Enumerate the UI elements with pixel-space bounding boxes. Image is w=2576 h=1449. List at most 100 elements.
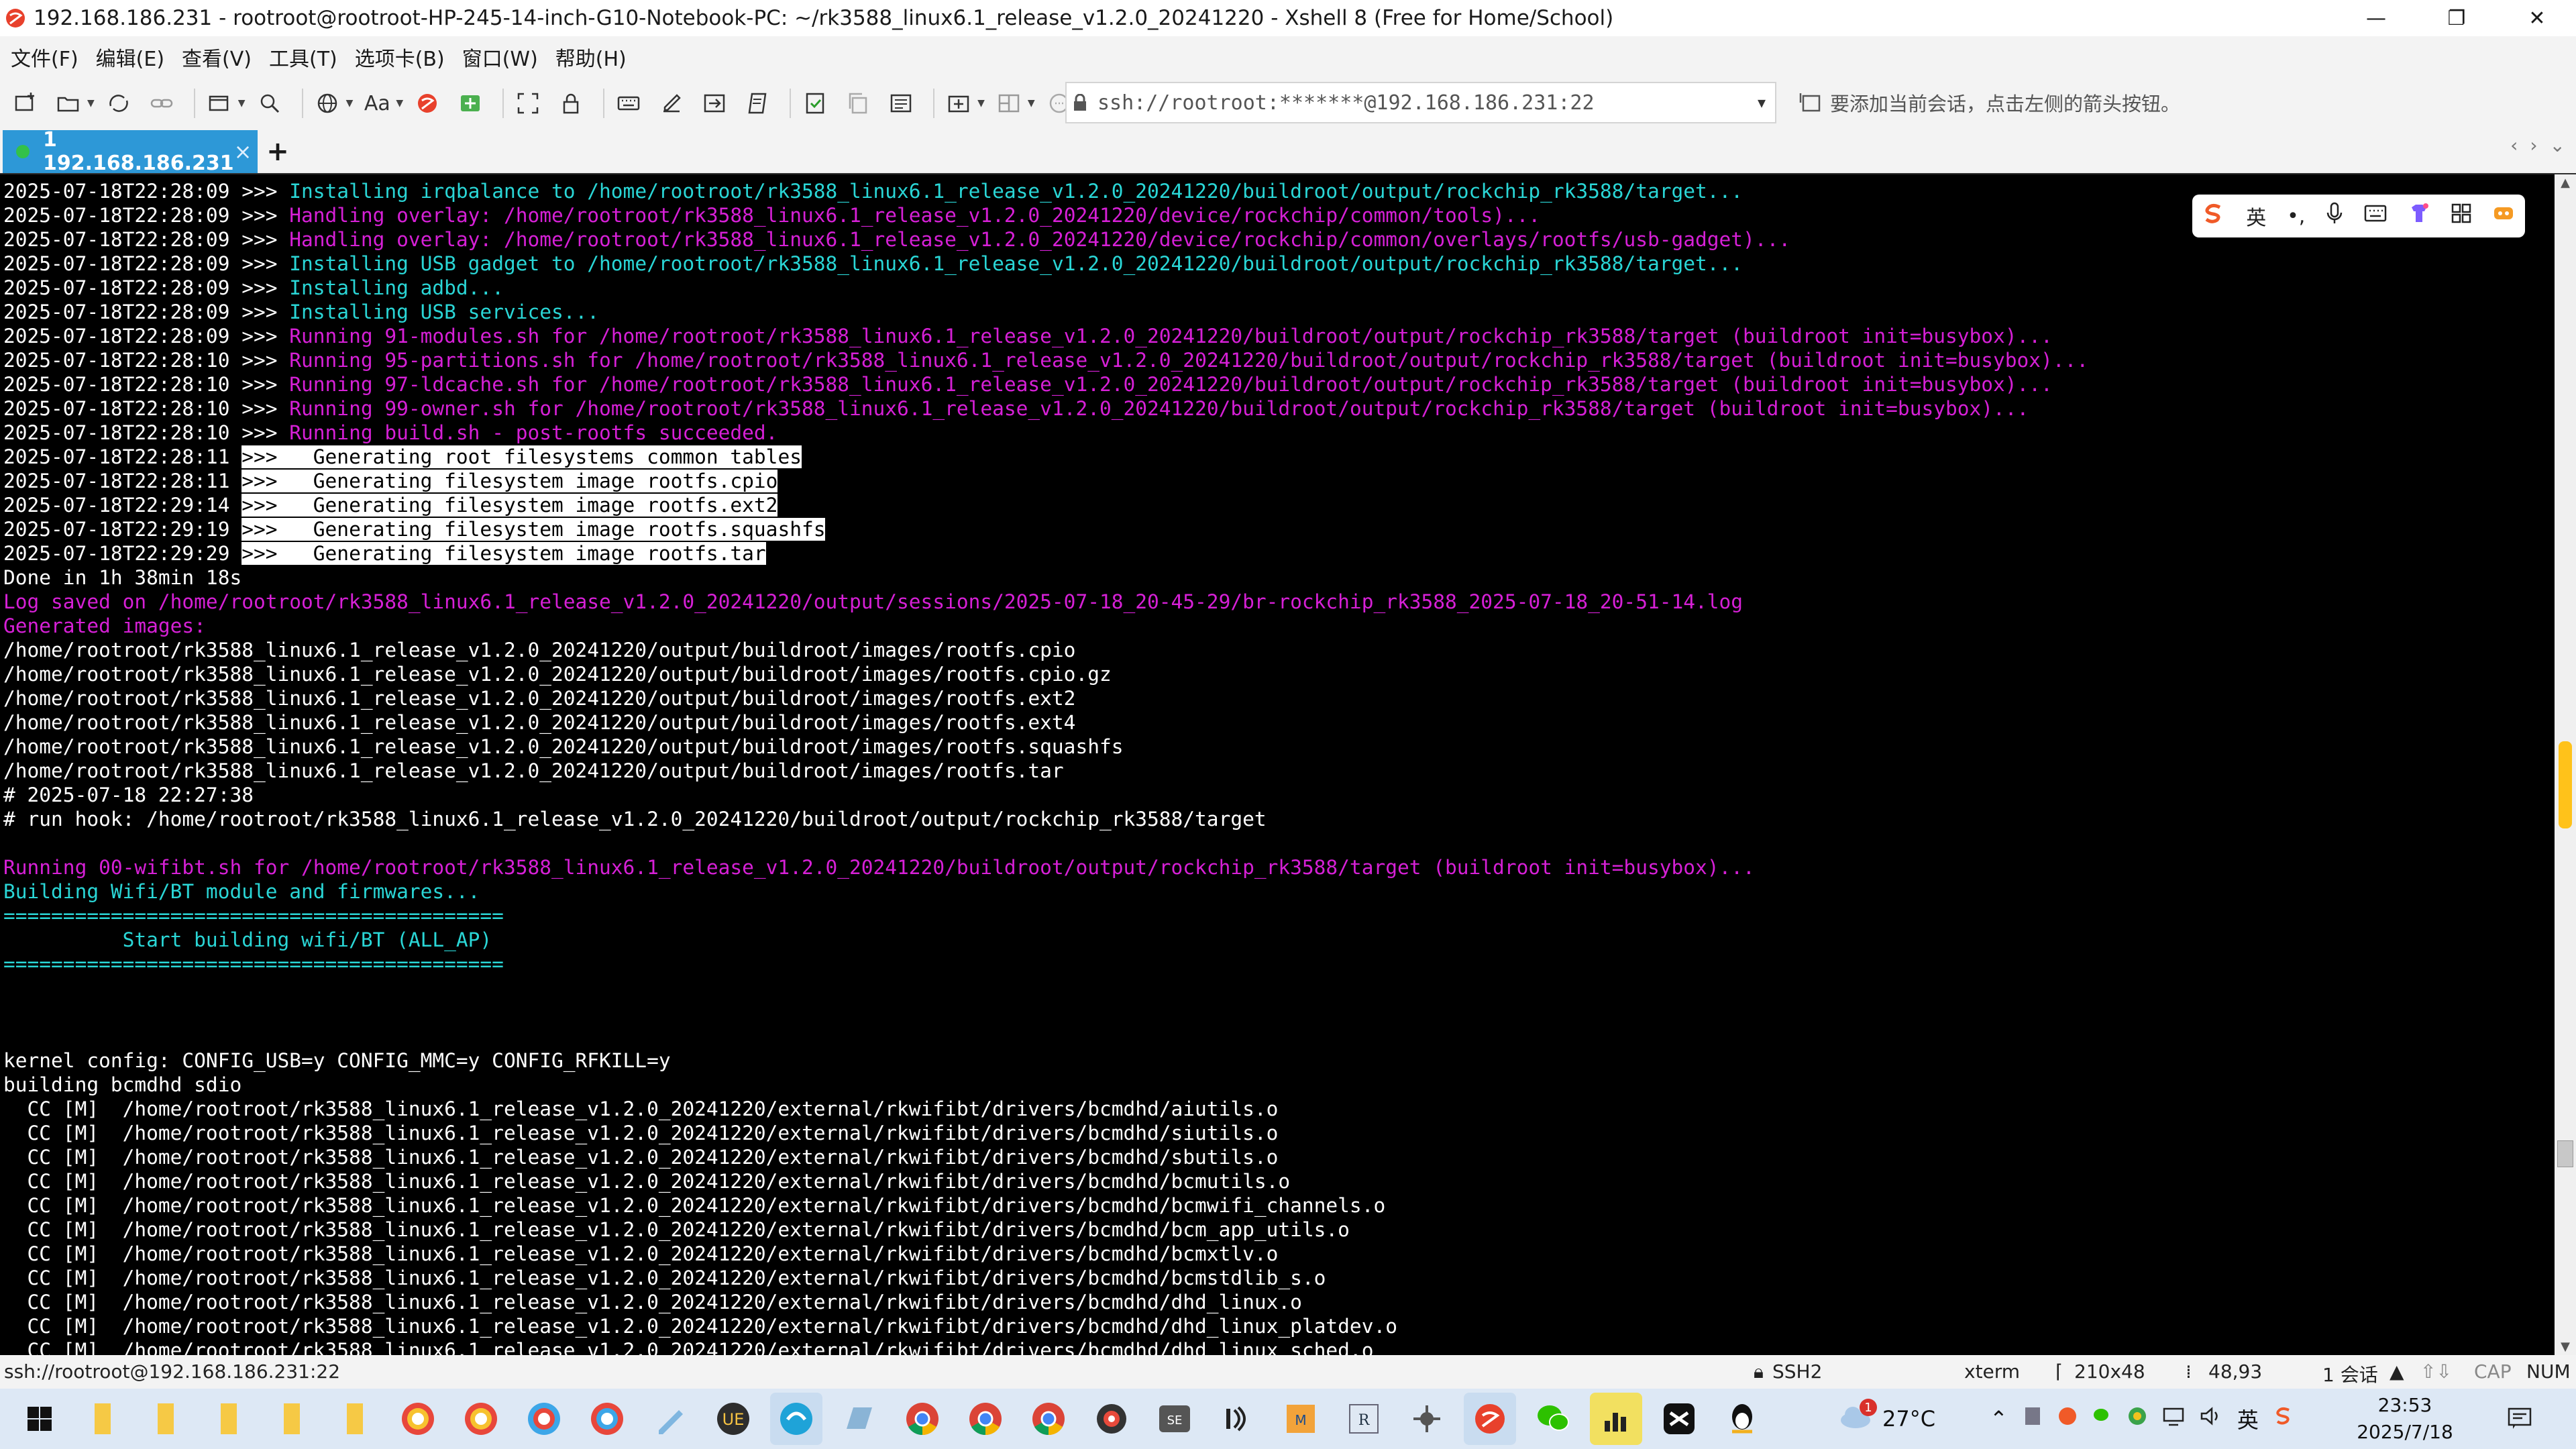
chrome-icon[interactable] [959,1393,1012,1445]
log-icon[interactable] [798,86,833,121]
scroll-up-icon[interactable]: ▲ [2555,176,2576,190]
globe-icon[interactable] [310,86,345,121]
menu-view[interactable]: 查看(V) [178,40,256,74]
notification-center-icon[interactable] [2501,1399,2538,1437]
notepad-icon[interactable] [833,1393,885,1445]
file-explorer-icon[interactable] [76,1393,129,1445]
add-tab-icon[interactable] [941,86,976,121]
remote-app-icon[interactable]: R [1338,1393,1390,1445]
weather-widget[interactable]: 1 27°C [1838,1389,1935,1449]
keyboard-icon[interactable] [611,86,646,121]
xshell-app-icon[interactable] [3,5,28,31]
sogou-logo-icon[interactable] [2202,202,2225,230]
tray-app-icon[interactable] [2023,1406,2043,1432]
menu-help[interactable]: 帮助(H) [551,40,631,74]
volume-icon[interactable] [2200,1406,2222,1432]
microphone-icon[interactable] [2326,202,2343,230]
terminal-app-icon[interactable]: SE [1148,1393,1201,1445]
font-dropdown-icon[interactable]: ▼ [396,98,403,109]
new-window-icon[interactable] [202,86,237,121]
scroll-down-icon[interactable]: ▼ [2555,1340,2576,1354]
layout-icon[interactable] [991,86,1026,121]
close-button[interactable]: ✕ [2506,0,2568,36]
add-tab-dropdown-icon[interactable]: ▼ [977,98,985,109]
notes-icon[interactable] [883,86,918,121]
compose-icon[interactable] [654,86,689,121]
office-app-icon[interactable]: M [1275,1393,1327,1445]
keyboard-icon[interactable] [2364,204,2387,228]
minimize-button[interactable]: — [2345,0,2407,36]
capcut-icon[interactable] [1653,1393,1705,1445]
chromium-app-icon[interactable] [518,1393,570,1445]
xftp-icon[interactable] [453,86,488,121]
pen-tool-icon[interactable] [644,1393,696,1445]
copy-icon[interactable] [841,86,875,121]
start-menu-icon[interactable] [13,1393,66,1445]
tab-prev-icon[interactable]: ‹ [2510,134,2518,156]
chrome-icon[interactable] [896,1393,949,1445]
skin-icon[interactable] [2408,202,2430,230]
xshell-logo-icon[interactable] [410,86,445,121]
font-icon[interactable]: Aa [360,86,394,121]
search-icon[interactable] [252,86,287,121]
file-explorer-icon[interactable] [266,1393,318,1445]
globe-dropdown-icon[interactable]: ▼ [346,98,354,109]
sogou-tray-icon[interactable] [2273,1406,2294,1432]
chromium-app-icon[interactable] [392,1393,444,1445]
file-explorer-icon[interactable] [140,1393,192,1445]
new-tab-button[interactable]: + [258,130,298,173]
session-nav-icon[interactable]: ⇧⇩ [2420,1360,2452,1383]
edge-browser-icon[interactable] [770,1393,822,1445]
scroll-thumb[interactable] [2559,741,2572,828]
file-explorer-icon[interactable] [329,1393,381,1445]
tray-expand-icon[interactable]: ⌃ [1990,1406,2008,1432]
add-session-arrow-icon[interactable] [1798,91,1822,115]
menu-tools[interactable]: 工具(T) [265,40,341,74]
session-menu-icon[interactable]: ▲ [2390,1360,2404,1383]
address-dropdown-icon[interactable]: ▼ [1748,95,1775,111]
open-dropdown-icon[interactable]: ▼ [87,98,95,109]
wechat-icon[interactable] [1527,1393,1579,1445]
toolbox-grid-icon[interactable] [2451,203,2471,229]
chrome-icon[interactable] [1022,1393,1075,1445]
tab-next-icon[interactable]: › [2530,134,2537,156]
link-icon[interactable] [144,86,179,121]
status-session-count[interactable]: 1 会话 [2322,1360,2378,1387]
layout-dropdown-icon[interactable]: ▼ [1028,98,1035,109]
transfer-icon[interactable] [697,86,732,121]
wechat-tray-icon[interactable] [2092,1406,2112,1432]
menu-edit[interactable]: 编辑(E) [92,40,168,74]
chromium-app-icon[interactable] [581,1393,633,1445]
tray-app-icon[interactable] [2057,1406,2078,1432]
new-session-icon[interactable] [8,86,43,121]
mascot-icon[interactable] [2492,203,2515,229]
chromium-app-icon[interactable] [455,1393,507,1445]
session-tab[interactable]: 1 192.168.186.231 × [3,128,258,175]
address-text[interactable]: ssh://rootroot:*******@192.168.186.231:2… [1093,91,1748,115]
ime-language-toggle[interactable]: 英 [2246,201,2266,231]
chart-app-icon[interactable] [1590,1393,1642,1445]
xshell-taskbar-icon[interactable] [1464,1393,1516,1445]
terminal[interactable]: 2025-07-18T22:28:09 >>> Installing irqba… [0,174,2555,1355]
language-indicator[interactable]: 英 [2237,1403,2259,1434]
maximize-button[interactable]: ❐ [2426,0,2487,36]
menu-window[interactable]: 窗口(W) [458,40,542,74]
script-icon[interactable] [740,86,775,121]
menu-file[interactable]: 文件(F) [7,40,83,74]
qq-icon[interactable] [1716,1393,1768,1445]
lock-icon[interactable] [553,86,588,121]
fullscreen-icon[interactable] [511,86,545,121]
network-icon[interactable] [2162,1406,2185,1432]
tray-app-icon[interactable] [2127,1406,2147,1432]
system-clock[interactable]: 23:53 2025/7/18 [2351,1389,2459,1449]
terminal-scrollbar[interactable]: ▲ ▼ [2555,174,2576,1355]
reconnect-icon[interactable] [101,86,136,121]
audio-app-icon[interactable] [1212,1393,1264,1445]
network-app-icon[interactable] [1401,1393,1453,1445]
close-tab-icon[interactable]: × [234,139,252,164]
ime-punctuation-toggle[interactable]: •, [2287,205,2305,228]
menu-tabs[interactable]: 选项卡(B) [351,40,449,74]
open-folder-icon[interactable] [51,86,86,121]
app-circle-icon[interactable] [1085,1393,1138,1445]
file-explorer-icon[interactable] [203,1393,255,1445]
